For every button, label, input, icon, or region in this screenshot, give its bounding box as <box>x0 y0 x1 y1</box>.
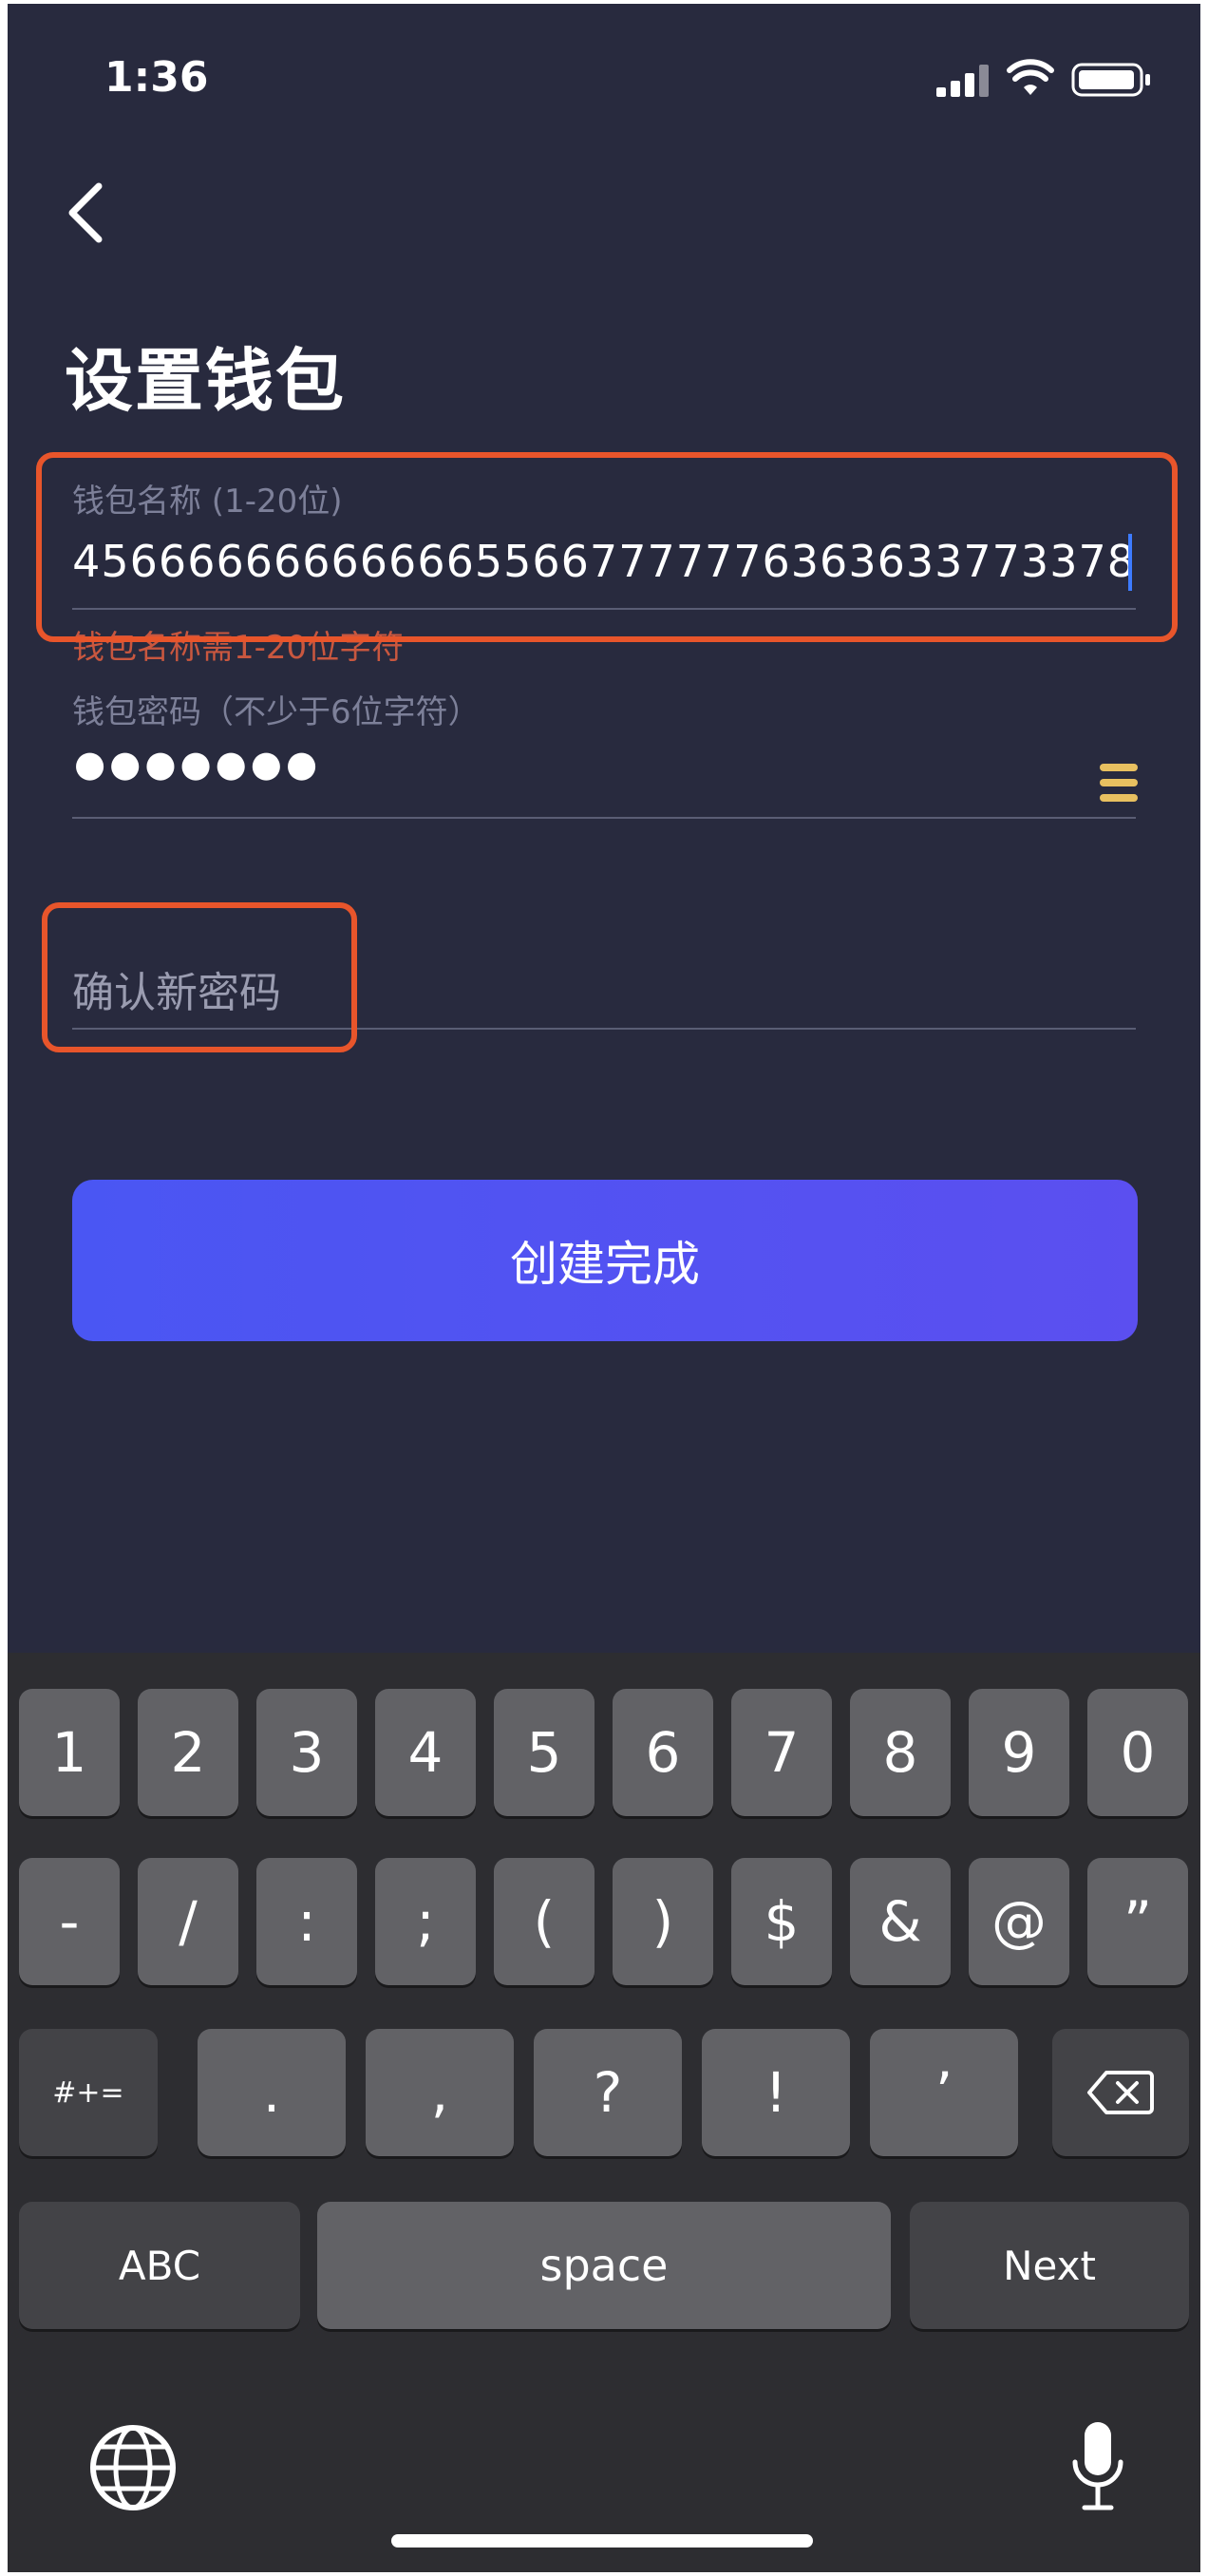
key-2[interactable]: 2 <box>138 1689 238 1816</box>
highlight-box-name <box>36 452 1178 642</box>
globe-icon[interactable] <box>87 2422 179 2513</box>
key-open-paren[interactable]: ( <box>494 1858 595 1985</box>
key-colon[interactable]: : <box>256 1858 357 1985</box>
key-apostrophe[interactable]: ’ <box>870 2029 1018 2156</box>
key-hyphen[interactable]: - <box>19 1858 120 1985</box>
key-period[interactable]: . <box>198 2029 346 2156</box>
home-indicator <box>391 2534 813 2548</box>
key-backspace[interactable] <box>1052 2029 1189 2156</box>
key-question[interactable]: ? <box>534 2029 682 2156</box>
key-close-paren[interactable]: ) <box>613 1858 713 1985</box>
backspace-icon <box>1087 2071 1154 2114</box>
key-at[interactable]: @ <box>969 1858 1069 1985</box>
signal-icon <box>936 65 989 97</box>
key-comma[interactable]: , <box>366 2029 514 2156</box>
toggle-visibility-icon[interactable] <box>1100 764 1138 805</box>
back-arrow-icon[interactable] <box>57 175 114 251</box>
keyboard: 1 2 3 4 5 6 7 8 9 0 - / : ; ( ) $ & @ ” … <box>8 1653 1200 2572</box>
phone-screen: 1:36 设置钱包 钱包名称 (1-20位) 44456666666666665… <box>8 4 1200 2572</box>
key-6[interactable]: 6 <box>613 1689 713 1816</box>
highlight-box-confirm <box>42 902 357 1052</box>
key-quote[interactable]: ” <box>1087 1858 1188 1985</box>
create-complete-button[interactable]: 创建完成 <box>72 1180 1138 1341</box>
key-3[interactable]: 3 <box>256 1689 357 1816</box>
key-4[interactable]: 4 <box>375 1689 476 1816</box>
key-1[interactable]: 1 <box>19 1689 120 1816</box>
battery-icon <box>1071 63 1150 97</box>
key-8[interactable]: 8 <box>850 1689 951 1816</box>
key-abc[interactable]: ABC <box>19 2202 300 2329</box>
key-space[interactable]: space <box>317 2202 891 2329</box>
wallet-password-input[interactable]: ●●●●●●● <box>74 743 321 785</box>
key-dollar[interactable]: $ <box>731 1858 832 1985</box>
key-9[interactable]: 9 <box>969 1689 1069 1816</box>
key-5[interactable]: 5 <box>494 1689 595 1816</box>
key-exclamation[interactable]: ! <box>702 2029 850 2156</box>
status-time: 1:36 <box>104 53 209 102</box>
key-next[interactable]: Next <box>910 2202 1189 2329</box>
wallet-password-underline <box>72 817 1136 819</box>
key-ampersand[interactable]: & <box>850 1858 951 1985</box>
key-slash[interactable]: / <box>138 1858 238 1985</box>
key-0[interactable]: 0 <box>1087 1689 1188 1816</box>
key-7[interactable]: 7 <box>731 1689 832 1816</box>
wallet-password-label: 钱包密码（不少于6位字符） <box>72 693 481 731</box>
page-title: 设置钱包 <box>65 341 347 421</box>
microphone-icon[interactable] <box>1069 2416 1126 2521</box>
key-more-symbols[interactable]: #+= <box>19 2029 158 2156</box>
key-semicolon[interactable]: ; <box>375 1858 476 1985</box>
wifi-icon <box>1007 59 1054 95</box>
